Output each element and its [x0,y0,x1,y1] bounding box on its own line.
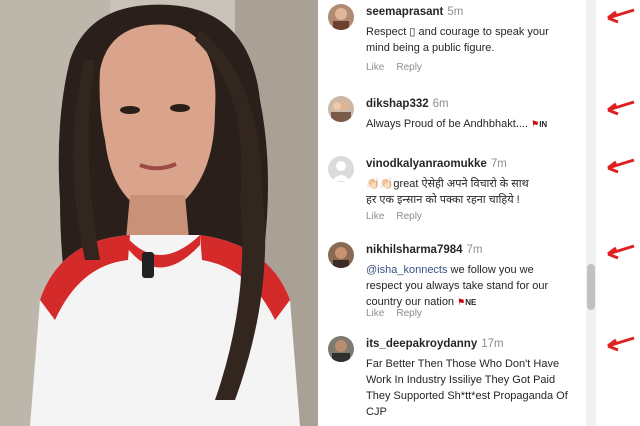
comment-text: Always Proud of be Andhbhakt.... ⚑IN [366,118,548,130]
scrollbar-thumb[interactable] [587,264,595,310]
avatar[interactable] [328,336,354,362]
red-arrow-icon [607,100,635,116]
comment-text: 👏🏻👏🏻great ऐसेही अपने विचारो के साथ हर एक… [366,178,529,206]
comment-text: Far Better Then Those Who Don't Have Wor… [366,358,568,418]
avatar[interactable] [328,242,354,268]
comment-actions: Like Reply [366,308,434,319]
comment-item: seemaprasant 5m Respect ▯ and courage to … [328,4,618,74]
like-button[interactable]: Like [366,211,384,222]
comment-time: 7m [490,158,507,170]
like-button[interactable]: Like [366,308,384,319]
comment-item: vinodkalyanraomukke 7m 👏🏻👏🏻great ऐसेही अप… [328,156,618,226]
like-button[interactable]: Like [366,62,384,73]
avatar[interactable] [328,4,354,30]
comment-time: 17m [481,338,504,350]
comment-text: Respect ▯ and courage to speak your mind… [366,26,549,54]
reply-button[interactable]: Reply [396,308,422,319]
red-arrow-icon [607,158,635,174]
country-badge: IN [539,120,548,129]
red-arrow-icon [607,8,635,24]
comment-actions: Like Reply [366,211,434,222]
comment-item: dikshap332 6m Always Proud of be Andhbhak… [328,96,618,146]
comment-item: nikhilsharma7984 7m @isha_konnects we fol… [328,242,618,322]
comment-username[interactable]: vinodkalyanraomukke 7m [366,158,507,170]
flag-icon: ⚑ [531,119,540,129]
scrollbar[interactable] [586,0,596,426]
comment-time: 7m [466,244,483,256]
red-arrow-icon [607,336,635,352]
mention-link[interactable]: @isha_konnects [366,264,448,276]
comment-username[interactable]: seemaprasant 5m [366,6,463,18]
reply-button[interactable]: Reply [396,211,422,222]
comment-username[interactable]: nikhilsharma7984 7m [366,244,483,256]
comment-actions: Like Reply [366,62,434,73]
comment-item: its_deepakroydanny 17m Far Better Then Th… [328,336,618,426]
avatar[interactable] [328,96,354,122]
comment-username[interactable]: dikshap332 6m [366,98,449,110]
comment-time: 5m [447,6,464,18]
red-arrow-icon [607,244,635,260]
reply-button[interactable]: Reply [396,62,422,73]
flag-icon: ⚑ [457,297,466,307]
comment-username[interactable]: its_deepakroydanny 17m [366,338,504,350]
country-badge: NE [465,298,477,307]
woman-photo [0,0,318,426]
comment-time: 6m [432,98,449,110]
video-frame [0,0,318,426]
avatar[interactable] [328,156,354,182]
comment-text: @isha_konnects we follow you we respect … [366,264,549,308]
